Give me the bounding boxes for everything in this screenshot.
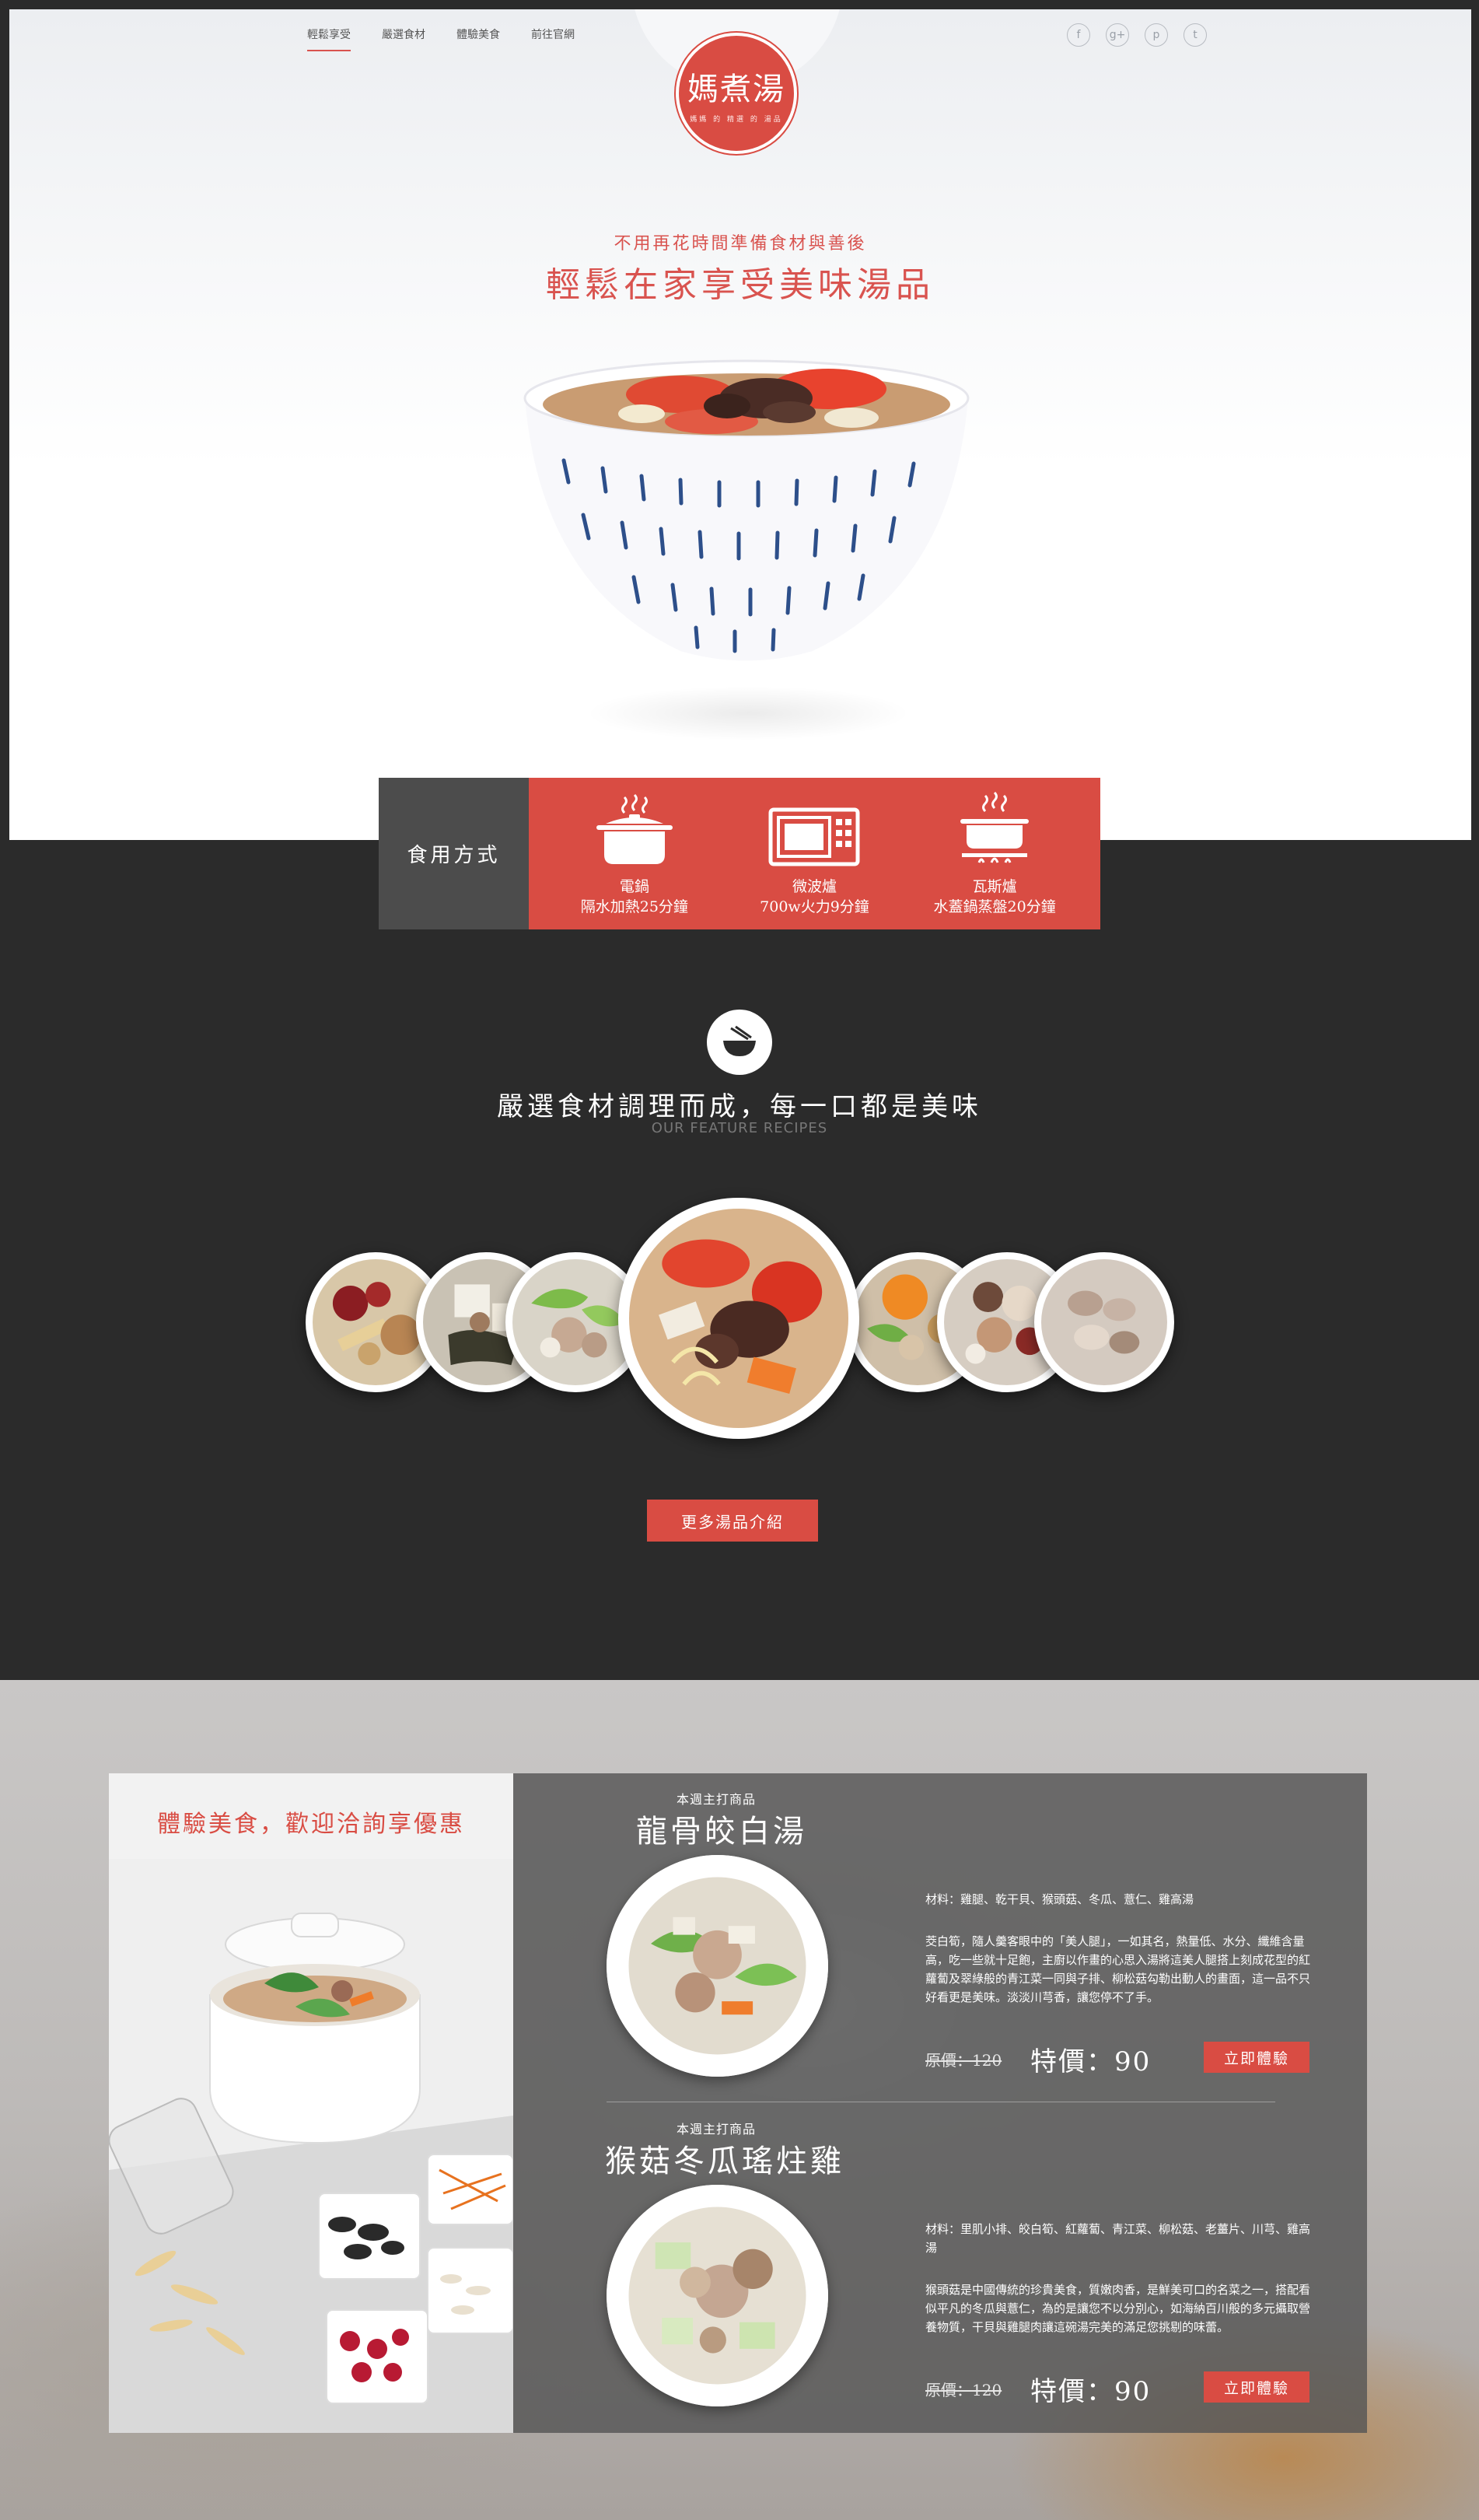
- hero-section: 輕鬆享受 嚴選食材 體驗美食 前往官網 f g+ p t 媽煮湯 媽媽 的 精選…: [9, 9, 1471, 840]
- try-now-button[interactable]: 立即體驗: [1204, 2042, 1309, 2073]
- special-price: 特價：90: [1030, 2046, 1152, 2077]
- main-nav: 輕鬆享受 嚴選食材 體驗美食 前往官網: [307, 26, 575, 51]
- promo-right-panel: 本週主打商品 龍骨皎白湯 材料：雞腿、乾干貝、猴頭菇、冬瓜、薏仁、雞高湯 茭白筍…: [513, 1773, 1367, 2433]
- product-price-row: 原價：120 特價：90 立即體驗: [925, 2370, 1314, 2407]
- method-microwave: 微波爐 700w火力9分鐘: [729, 791, 900, 917]
- feature-subtitle: OUR FEATURE RECIPES: [651, 1120, 828, 1136]
- hero-soup-bowl-image: [523, 359, 970, 661]
- original-price: 原價：120: [925, 2051, 1002, 2070]
- social-links: f g+ p t: [1067, 23, 1207, 47]
- product-week-label: 本週主打商品: [677, 1792, 757, 1807]
- original-price: 原價：120: [925, 2381, 1002, 2399]
- product-name: 龍骨皎白湯: [636, 1814, 807, 1850]
- rice-bowl-chopsticks-icon: [707, 1010, 772, 1075]
- nav-item-official-site[interactable]: 前往官網: [531, 26, 575, 51]
- product-info: 材料：里肌小排、皎白筍、紅蘿蔔、青江菜、柳松菇、老薑片、川芎、雞高湯 猴頭菇是中…: [925, 2220, 1314, 2336]
- google-plus-icon[interactable]: g+: [1106, 23, 1129, 47]
- usage-label: 食用方式: [379, 778, 529, 929]
- product-name: 猴菇冬瓜瑤炷雞: [605, 2144, 844, 2179]
- recipe-dish-6[interactable]: [1034, 1252, 1174, 1392]
- pinterest-icon[interactable]: p: [1145, 23, 1168, 47]
- product-materials: 材料：雞腿、乾干貝、猴頭菇、冬瓜、薏仁、雞高湯: [925, 1892, 1194, 1906]
- logo-title: 媽煮湯: [687, 71, 785, 107]
- brand-logo[interactable]: 媽煮湯 媽媽 的 精選 的 湯品: [676, 33, 797, 154]
- usage-methods: 電鍋 隔水加熱25分鐘 微波爐 700w火力9分鐘 瓦斯爐 水蓋鍋蒸盤20分鐘: [529, 778, 1100, 929]
- hero-subtitle: 不用再花時間準備食材與善後: [614, 234, 867, 254]
- hero-title: 輕鬆在家享受美味湯品: [546, 265, 935, 305]
- product-bowl-image: [607, 1855, 828, 2077]
- logo-subtitle: 媽媽 的 精選 的 湯品: [690, 115, 783, 124]
- ingredients-photo: [109, 1859, 513, 2433]
- more-recipes-button[interactable]: 更多湯品介紹: [647, 1500, 818, 1542]
- bowl-reflection: [585, 686, 911, 740]
- product-price-row: 原價：120 特價：90 立即體驗: [925, 2040, 1314, 2077]
- nav-item-ingredients[interactable]: 嚴選食材: [382, 26, 425, 51]
- rice-cooker-icon: [596, 793, 673, 864]
- promo-left-panel: 體驗美食，歡迎洽詢享優惠: [109, 1773, 513, 2433]
- product-week-label: 本週主打商品: [677, 2122, 757, 2137]
- product-materials: 材料：里肌小排、皎白筍、紅蘿蔔、青江菜、柳松菇、老薑片、川芎、雞高湯: [925, 2222, 1311, 2255]
- special-price: 特價：90: [1030, 2376, 1152, 2407]
- twitter-icon[interactable]: t: [1184, 23, 1207, 47]
- usage-panel: 食用方式 電鍋 隔水加熱25分鐘 微波爐 700w火力9分鐘 瓦斯爐 水蓋鍋蒸盤…: [379, 778, 1100, 929]
- nav-item-relax[interactable]: 輕鬆享受: [307, 26, 351, 51]
- product-info: 材料：雞腿、乾干貝、猴頭菇、冬瓜、薏仁、雞高湯 茭白筍，隨人羹客眼中的「美人腿」…: [925, 1890, 1314, 2007]
- microwave-icon: [768, 807, 860, 866]
- try-now-button[interactable]: 立即體驗: [1204, 2371, 1309, 2403]
- gas-stove-pot-icon: [960, 791, 1030, 863]
- method-rice-cooker: 電鍋 隔水加熱25分鐘: [549, 791, 720, 917]
- product-description: 猴頭菇是中國傳統的珍貴美食，質嫩肉香，是鮮美可口的名菜之一，搭配看似平凡的冬瓜與…: [925, 2283, 1311, 2334]
- feature-title: 嚴選食材調理而成，每一口都是美味: [497, 1091, 982, 1122]
- facebook-icon[interactable]: f: [1067, 23, 1090, 47]
- promo-left-title: 體驗美食，歡迎洽詢享優惠: [157, 1811, 465, 1838]
- nav-item-experience[interactable]: 體驗美食: [456, 26, 500, 51]
- product-bowl-image: [607, 2185, 828, 2406]
- product-description: 茭白筍，隨人羹客眼中的「美人腿」，一如其名，熱量低、水分、纖維含量高，吃一些就十…: [925, 1934, 1311, 2004]
- method-gas-stove: 瓦斯爐 水蓋鍋蒸盤20分鐘: [909, 791, 1080, 917]
- recipe-dish-featured[interactable]: [618, 1198, 859, 1439]
